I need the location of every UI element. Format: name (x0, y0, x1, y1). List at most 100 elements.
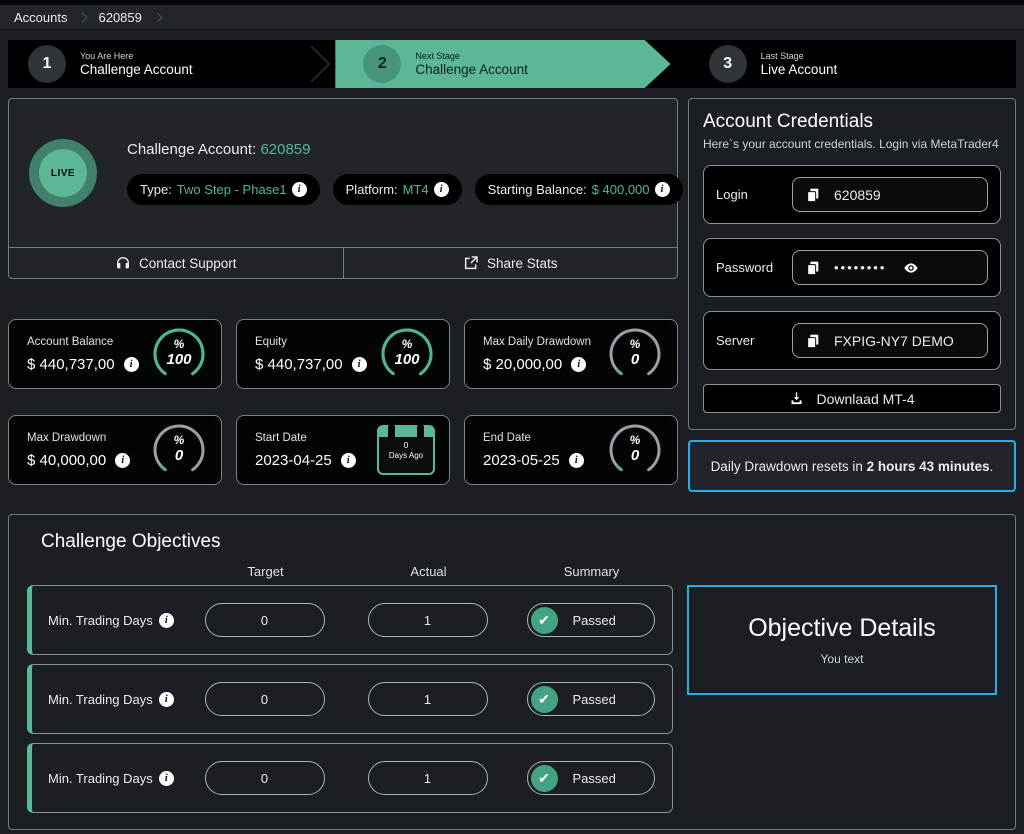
status-pill: ✔ Passed (527, 682, 655, 716)
share-icon (463, 255, 479, 271)
daily-drawdown-notice: Daily Drawdown resets in 2 hours 43 minu… (688, 440, 1016, 492)
account-balance-label: Account Balance (27, 336, 139, 348)
starting-balance-pill-label: Starting Balance: (488, 182, 587, 197)
max-daily-drawdown-label: Max Daily Drawdown (483, 336, 591, 348)
progress-stepper: 1 You Are Here Challenge Account 2 Next … (8, 40, 1016, 88)
share-stats-label: Share Stats (487, 256, 558, 271)
info-icon[interactable]: i (159, 613, 174, 628)
end-date-label: End Date (483, 432, 584, 444)
server-label: Server (716, 333, 782, 348)
copy-icon[interactable] (805, 333, 821, 349)
breadcrumb-accounts[interactable]: Accounts (14, 10, 67, 25)
password-field: Password •••••••• (703, 238, 1001, 297)
step-2-challenge-account[interactable]: 2 Next Stage Challenge Account (335, 40, 670, 88)
target-pill: 0 (205, 761, 325, 795)
step-2-number: 2 (363, 45, 401, 83)
step-3-number: 3 (709, 45, 747, 83)
login-field: Login 620859 (703, 165, 1001, 224)
info-icon[interactable]: i (571, 357, 586, 372)
equity-gauge: % 100 (379, 326, 435, 382)
account-credentials-panel: Account Credentials Here`s your account … (688, 98, 1016, 430)
platform-pill: Platform: MT4 i (333, 174, 462, 205)
contact-support-button[interactable]: Contact Support (9, 248, 343, 278)
actual-pill: 1 (368, 682, 488, 716)
info-icon[interactable]: i (115, 453, 130, 468)
status-label: Passed (573, 613, 616, 628)
password-label: Password (716, 260, 782, 275)
objective-row[interactable]: Min. Trading Daysi 0 1 ✔ Passed (27, 743, 673, 813)
days-ago-label: Days Ago (379, 451, 433, 461)
status-pill: ✔ Passed (527, 761, 655, 795)
challenge-objectives-title: Challenge Objectives (41, 531, 997, 553)
objective-details-subtitle: You text (821, 652, 864, 666)
breadcrumb: Accounts 620859 (0, 5, 1024, 30)
live-badge: LIVE (29, 139, 97, 207)
gauge-value: 100 (151, 351, 207, 368)
copy-icon[interactable] (805, 187, 821, 203)
starting-balance-pill-value: $ 400,000 (592, 182, 650, 197)
info-icon[interactable]: i (352, 357, 367, 372)
info-icon[interactable]: i (341, 453, 356, 468)
share-stats-button[interactable]: Share Stats (343, 248, 678, 278)
check-icon: ✔ (531, 607, 558, 634)
info-icon[interactable]: i (569, 453, 584, 468)
gauge-value: 0 (607, 447, 663, 464)
gauge-percent-sign: % (607, 337, 663, 351)
gauge-percent-sign: % (379, 337, 435, 351)
step-3-live-account[interactable]: 3 Last Stage Live Account (671, 40, 1016, 88)
step-2-stage: Next Stage (415, 51, 528, 61)
download-mt4-button[interactable]: Downlaad MT-4 (703, 384, 1001, 413)
notice-suffix: . (990, 459, 994, 474)
download-mt4-label: Downlaad MT-4 (816, 391, 914, 407)
info-icon[interactable]: i (292, 182, 307, 197)
challenge-account-label: Challenge Account: (127, 141, 256, 158)
column-target: Target (184, 564, 347, 579)
server-value-box[interactable]: FXPIG-NY7 DEMO (792, 323, 988, 358)
stats-grid: Account Balance $ 440,737,00i % 100 Equi… (8, 319, 678, 485)
account-balance-card: Account Balance $ 440,737,00i % 100 (8, 319, 222, 389)
show-password-eye-icon[interactable] (903, 260, 919, 276)
step-1-number: 1 (28, 45, 66, 83)
equity-card: Equity $ 440,737,00i % 100 (236, 319, 450, 389)
check-icon: ✔ (531, 686, 558, 713)
copy-icon[interactable] (805, 260, 821, 276)
gauge-value: 100 (379, 351, 435, 368)
column-summary: Summary (510, 564, 673, 579)
max-daily-drawdown-value: $ 20,000,00 (483, 356, 562, 373)
info-icon[interactable]: i (159, 771, 174, 786)
info-icon[interactable]: i (124, 357, 139, 372)
objectives-header-row: Target Actual Summary (27, 557, 673, 585)
objective-row[interactable]: Min. Trading Daysi 0 1 ✔ Passed (27, 585, 673, 655)
calendar-tab (417, 425, 424, 438)
objective-details-title: Objective Details (748, 614, 936, 643)
chevron-right-icon (78, 12, 88, 22)
login-label: Login (716, 187, 782, 202)
password-value-box[interactable]: •••••••• (792, 250, 988, 285)
start-date-card: Start Date 2023-04-25i 0 Days Ago (236, 415, 450, 485)
info-icon[interactable]: i (159, 692, 174, 707)
breadcrumb-account-number[interactable]: 620859 (98, 10, 141, 25)
download-icon (789, 391, 804, 406)
info-icon[interactable]: i (434, 182, 449, 197)
gauge-value: 0 (607, 351, 663, 368)
max-daily-drawdown-gauge: % 0 (607, 326, 663, 382)
password-value: •••••••• (834, 260, 886, 275)
notice-prefix: Daily Drawdown resets in (711, 459, 867, 474)
status-pill: ✔ Passed (527, 603, 655, 637)
objective-details-box: Objective Details You text (687, 585, 997, 695)
calendar-icon: 0 Days Ago (377, 425, 435, 475)
objective-label: Min. Trading Days (48, 771, 153, 786)
actual-pill: 1 (368, 603, 488, 637)
account-summary-card: LIVE Challenge Account: 620859 Type: Two… (8, 98, 678, 279)
server-field: Server FXPIG-NY7 DEMO (703, 311, 1001, 370)
step-3-label: Live Account (761, 62, 838, 77)
max-drawdown-label: Max Drawdown (27, 432, 130, 444)
objective-row[interactable]: Min. Trading Daysi 0 1 ✔ Passed (27, 664, 673, 734)
contact-support-label: Contact Support (139, 256, 237, 271)
target-pill: 0 (205, 682, 325, 716)
step-1-challenge-account[interactable]: 1 You Are Here Challenge Account (8, 40, 335, 88)
info-icon[interactable]: i (655, 182, 670, 197)
status-label: Passed (573, 692, 616, 707)
status-label: Passed (573, 771, 616, 786)
login-value-box[interactable]: 620859 (792, 177, 988, 212)
